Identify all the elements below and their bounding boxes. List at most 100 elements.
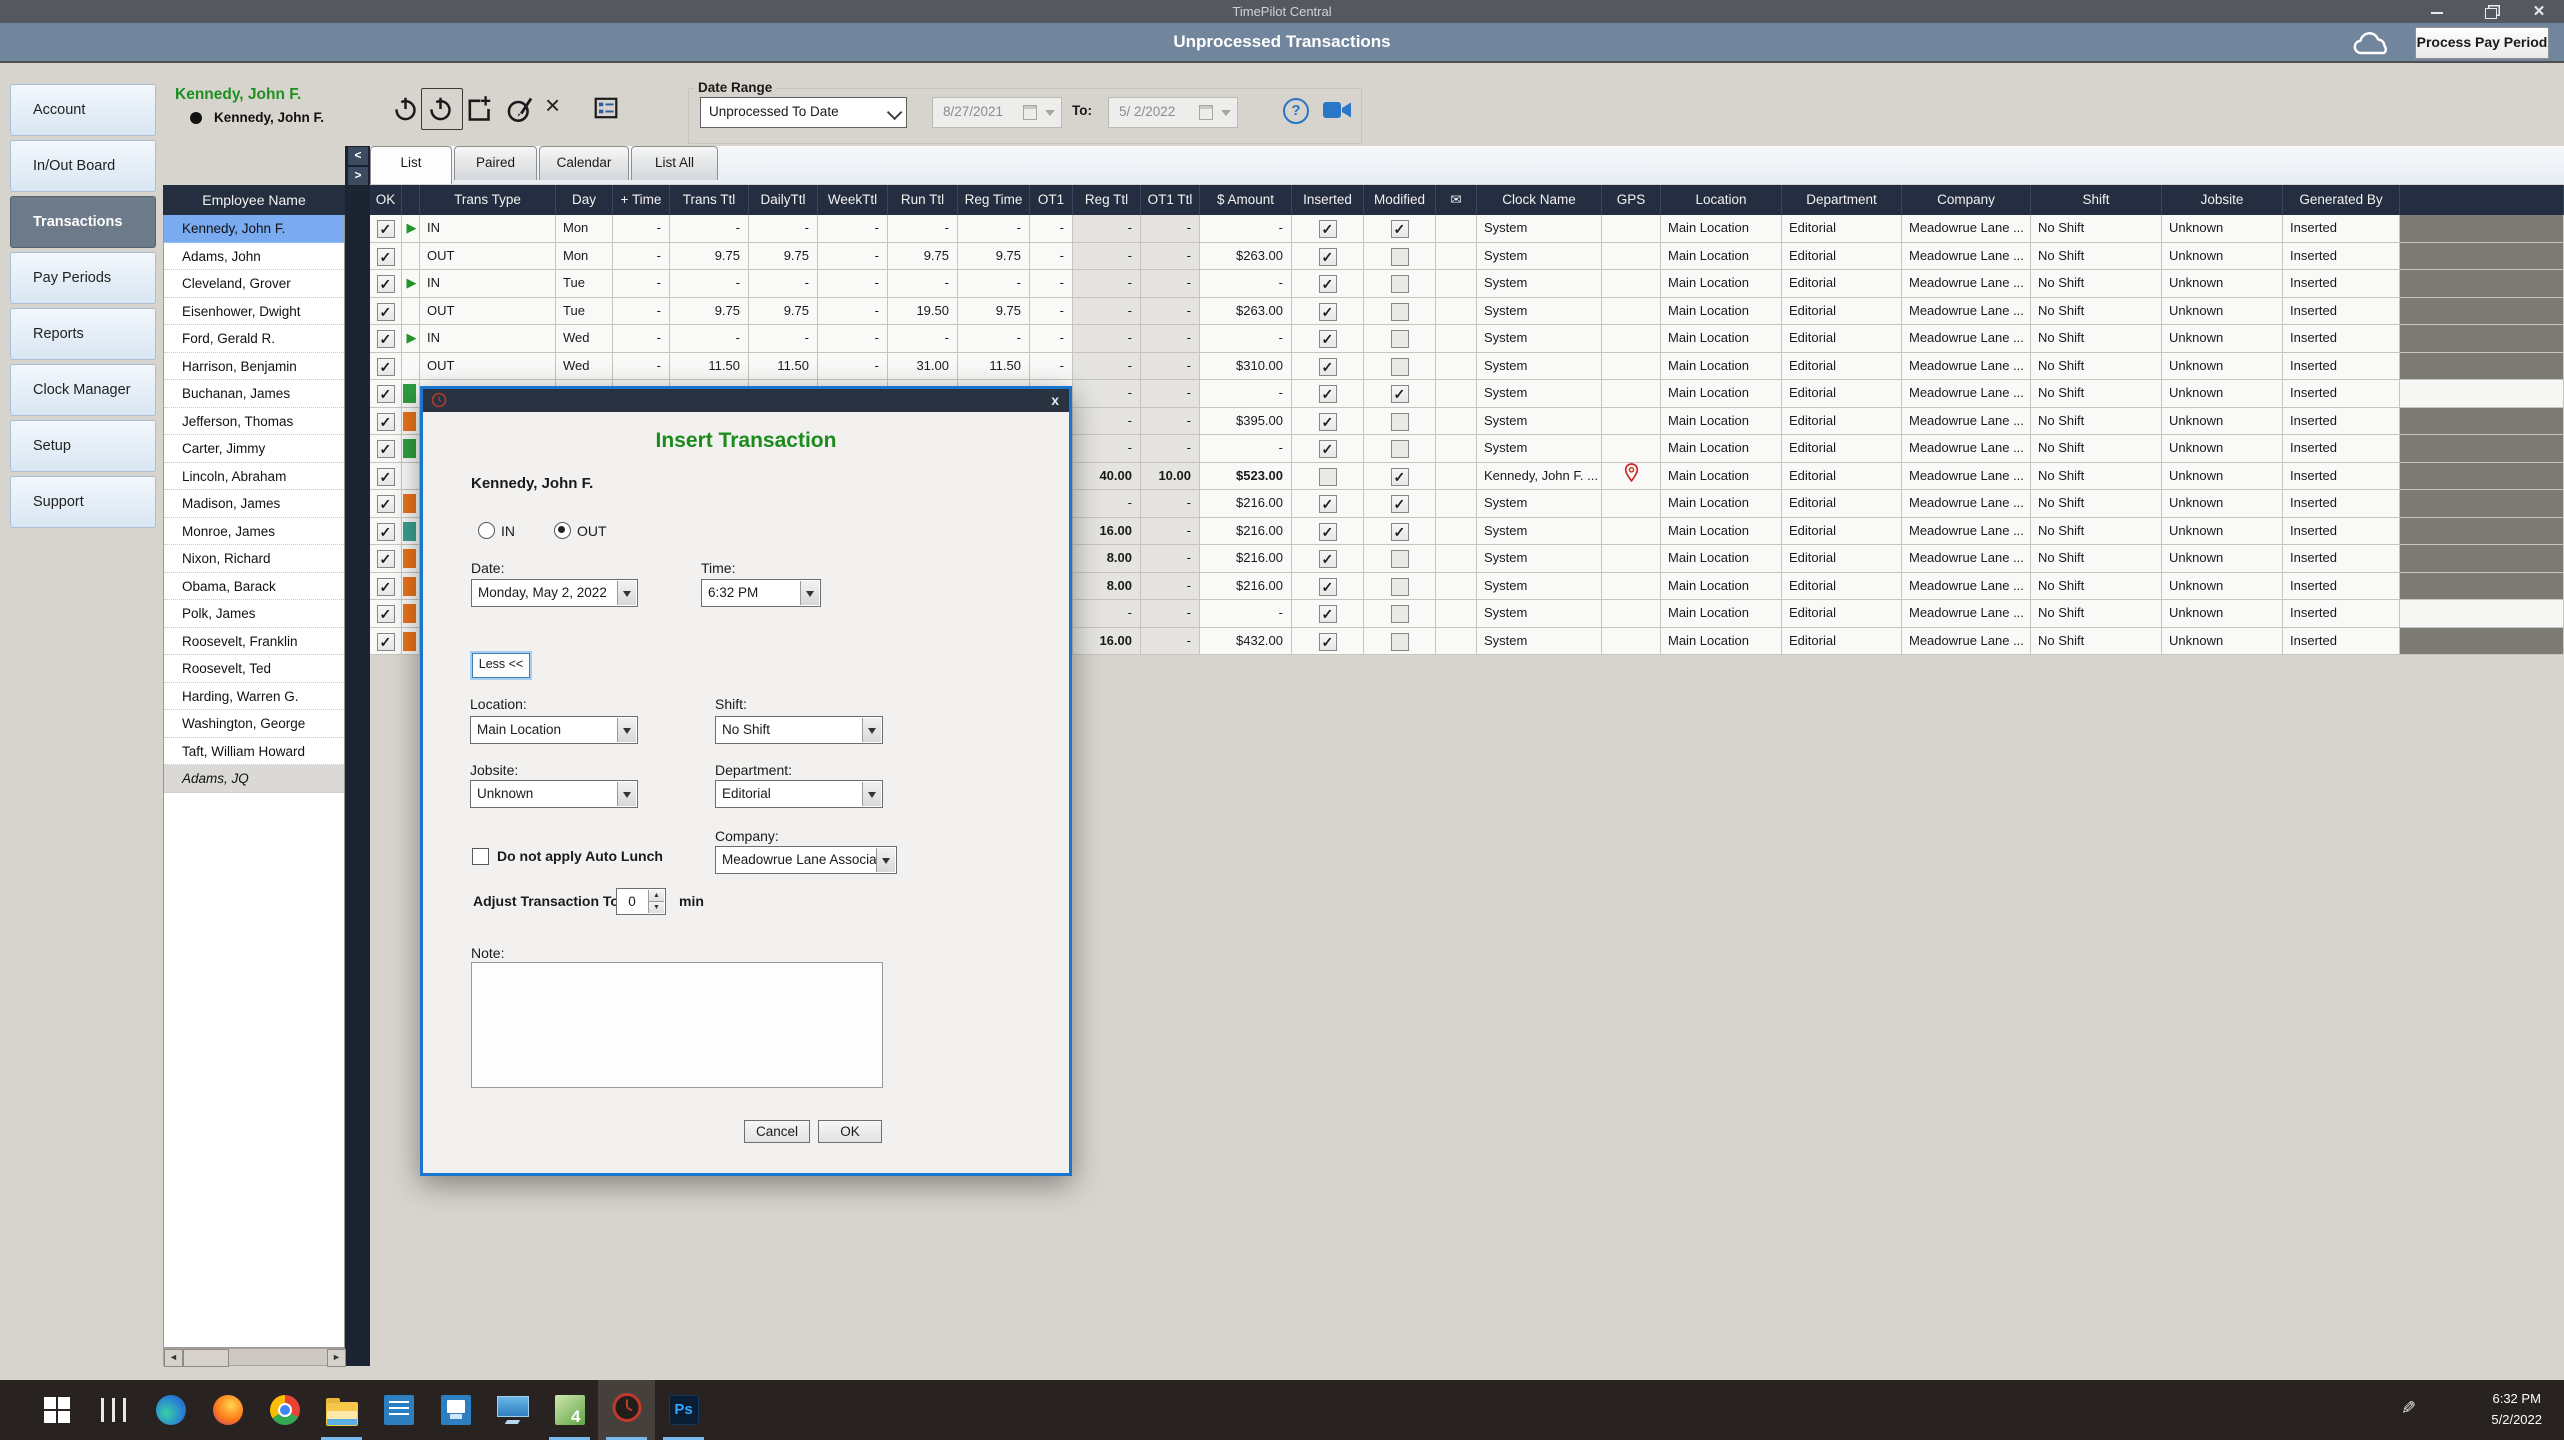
inserted-checkbox[interactable]: [1319, 440, 1337, 458]
image-viewer-icon[interactable]: 4: [541, 1380, 598, 1440]
inserted-checkbox[interactable]: [1319, 550, 1337, 568]
ok-checkbox[interactable]: [377, 385, 395, 403]
modified-checkbox[interactable]: [1391, 220, 1409, 238]
cell-modified[interactable]: [1364, 215, 1436, 243]
cell-inserted[interactable]: [1292, 435, 1364, 463]
ok-checkbox[interactable]: [377, 303, 395, 321]
ok-checkbox[interactable]: [377, 578, 395, 596]
cell-modified[interactable]: [1364, 628, 1436, 656]
cell-modified[interactable]: [1364, 490, 1436, 518]
cell-ok[interactable]: [370, 408, 402, 436]
task-view-icon[interactable]: [85, 1380, 142, 1440]
sidebar-item-pay-periods[interactable]: Pay Periods: [10, 252, 156, 304]
modified-checkbox[interactable]: [1391, 358, 1409, 376]
employee-row[interactable]: Buchanan, James: [164, 380, 344, 408]
employee-row[interactable]: Taft, William Howard: [164, 738, 344, 766]
cell-inserted[interactable]: [1292, 490, 1364, 518]
column-header-location[interactable]: Location: [1661, 185, 1782, 215]
column-header-amount[interactable]: $ Amount: [1200, 185, 1292, 215]
jobsite-select[interactable]: Unknown: [470, 780, 638, 808]
table-row[interactable]: OUTMon-9.759.75-9.759.75---$263.00System…: [370, 243, 2564, 271]
employee-row[interactable]: Kennedy, John F.: [164, 215, 344, 243]
pc-app-icon[interactable]: [484, 1380, 541, 1440]
cell-modified[interactable]: [1364, 463, 1436, 491]
add-transaction-icon[interactable]: [464, 93, 492, 130]
spinner-down-icon[interactable]: ▼: [648, 901, 664, 914]
column-header-inserted[interactable]: Inserted: [1292, 185, 1364, 215]
employee-row[interactable]: Harding, Warren G.: [164, 683, 344, 711]
column-header-reg_ttl[interactable]: Reg Ttl: [1073, 185, 1141, 215]
ok-checkbox[interactable]: [377, 495, 395, 513]
cell-ok[interactable]: [370, 435, 402, 463]
modified-checkbox[interactable]: [1391, 550, 1409, 568]
sidebar-item-support[interactable]: Support: [10, 476, 156, 528]
sidebar-item-setup[interactable]: Setup: [10, 420, 156, 472]
modified-checkbox[interactable]: [1391, 330, 1409, 348]
report-app-icon[interactable]: [370, 1380, 427, 1440]
help-icon[interactable]: ?: [1283, 98, 1309, 124]
inserted-checkbox[interactable]: [1319, 495, 1337, 513]
adjust-minutes-stepper[interactable]: 0 ▲ ▼: [616, 888, 666, 915]
modified-checkbox[interactable]: [1391, 633, 1409, 651]
process-pay-period-button[interactable]: Process Pay Period: [2415, 27, 2549, 59]
ok-checkbox[interactable]: [377, 523, 395, 541]
cell-inserted[interactable]: [1292, 573, 1364, 601]
column-header-shift[interactable]: Shift: [2031, 185, 2162, 215]
modified-checkbox[interactable]: [1391, 275, 1409, 293]
to-date-field[interactable]: 5/ 2/2022: [1108, 97, 1238, 128]
cell-inserted[interactable]: [1292, 270, 1364, 298]
modified-checkbox[interactable]: [1391, 605, 1409, 623]
employee-row[interactable]: Jefferson, Thomas: [164, 408, 344, 436]
cell-modified[interactable]: [1364, 435, 1436, 463]
cell-ok[interactable]: [370, 463, 402, 491]
column-header-mail[interactable]: ✉: [1436, 185, 1477, 215]
inserted-checkbox[interactable]: [1319, 605, 1337, 623]
tab-list[interactable]: List: [370, 146, 452, 184]
cell-inserted[interactable]: [1292, 628, 1364, 656]
table-row[interactable]: ▶INWed----------SystemMain LocationEdito…: [370, 325, 2564, 353]
cell-modified[interactable]: [1364, 408, 1436, 436]
cell-ok[interactable]: [370, 215, 402, 243]
company-select[interactable]: Meadowrue Lane Associates: [715, 846, 897, 874]
modified-checkbox[interactable]: [1391, 578, 1409, 596]
cell-ok[interactable]: [370, 270, 402, 298]
dialog-close-icon[interactable]: x: [1051, 392, 1059, 408]
employee-row[interactable]: Roosevelt, Ted: [164, 655, 344, 683]
column-header-modified[interactable]: Modified: [1364, 185, 1436, 215]
chrome-icon[interactable]: [256, 1380, 313, 1440]
minimize-button[interactable]: [2422, 4, 2452, 20]
cancel-button[interactable]: Cancel: [744, 1120, 810, 1143]
taskbar-clock[interactable]: 6:32 PM 5/2/2022: [2491, 1388, 2542, 1430]
scroll-left-arrow-icon[interactable]: ◄: [164, 1349, 183, 1367]
dialog-date-select[interactable]: Monday, May 2, 2022: [471, 579, 638, 607]
inserted-checkbox[interactable]: [1319, 220, 1337, 238]
tab-list-all[interactable]: List All: [631, 146, 718, 180]
employee-row[interactable]: Nixon, Richard: [164, 545, 344, 573]
edge-icon[interactable]: [142, 1380, 199, 1440]
cell-modified[interactable]: [1364, 353, 1436, 381]
employee-row[interactable]: Madison, James: [164, 490, 344, 518]
column-header-run_ttl[interactable]: Run Ttl: [888, 185, 958, 215]
ok-checkbox[interactable]: [377, 330, 395, 348]
dialog-time-select[interactable]: 6:32 PM: [701, 579, 821, 607]
location-select[interactable]: Main Location: [470, 716, 638, 744]
inserted-checkbox[interactable]: [1319, 468, 1337, 486]
column-header-daily_ttl[interactable]: DailyTtl: [749, 185, 818, 215]
inserted-checkbox[interactable]: [1319, 303, 1337, 321]
cell-modified[interactable]: [1364, 243, 1436, 271]
ok-checkbox[interactable]: [377, 605, 395, 623]
cell-inserted[interactable]: [1292, 600, 1364, 628]
cell-modified[interactable]: [1364, 298, 1436, 326]
from-date-field[interactable]: 8/27/2021: [932, 97, 1062, 128]
column-header-trailing[interactable]: [2400, 185, 2564, 215]
table-row[interactable]: ▶INTue----------SystemMain LocationEdito…: [370, 270, 2564, 298]
column-header-clock[interactable]: Clock Name: [1477, 185, 1602, 215]
table-row[interactable]: OUTWed-11.5011.50-31.0011.50---$310.00Sy…: [370, 353, 2564, 381]
cell-ok[interactable]: [370, 298, 402, 326]
cell-inserted[interactable]: [1292, 298, 1364, 326]
cell-inserted[interactable]: [1292, 463, 1364, 491]
employee-row[interactable]: Ford, Gerald R.: [164, 325, 344, 353]
tab-paired[interactable]: Paired: [454, 146, 537, 180]
ok-checkbox[interactable]: [377, 550, 395, 568]
ok-checkbox[interactable]: [377, 248, 395, 266]
